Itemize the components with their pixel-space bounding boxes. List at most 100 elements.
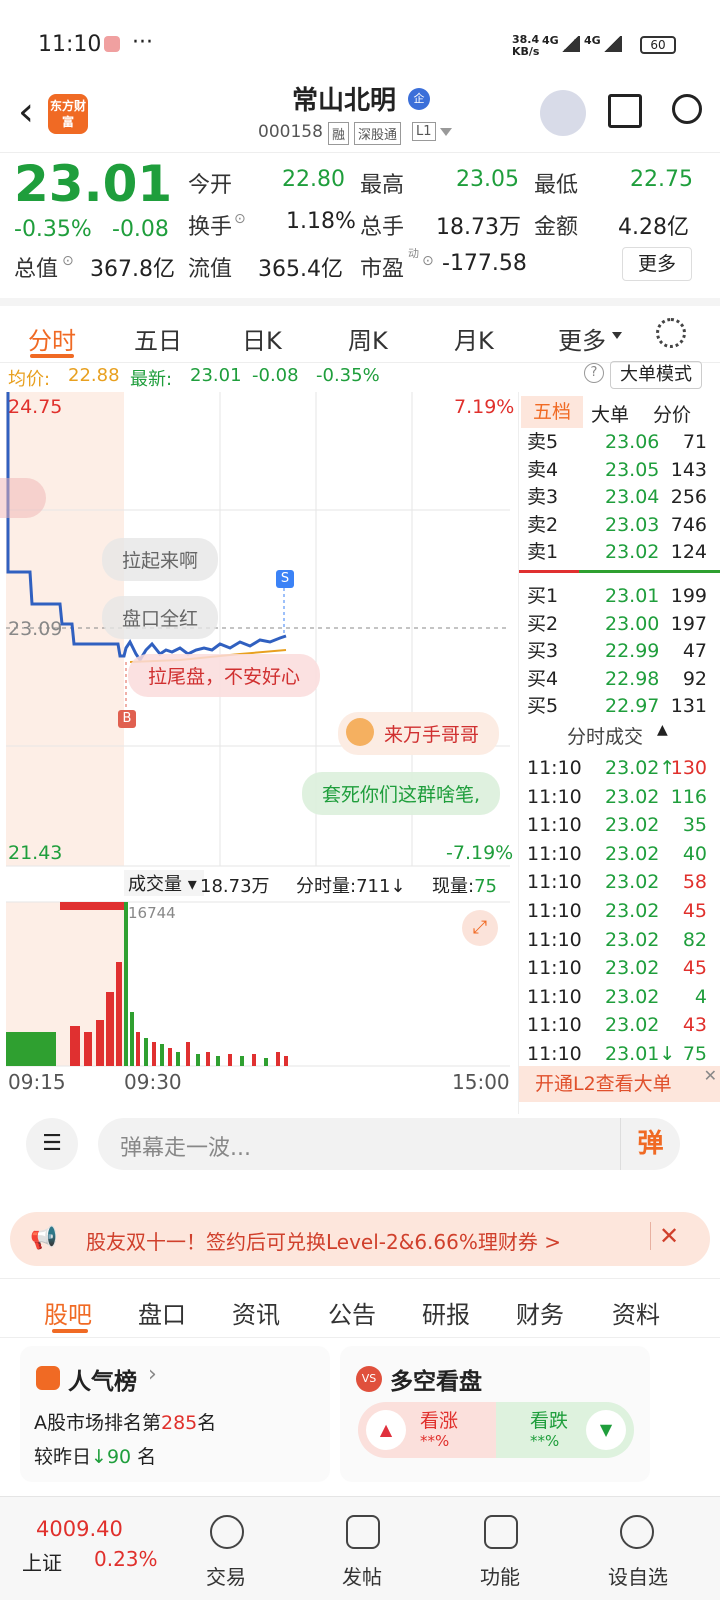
nav-post[interactable]: 发帖 xyxy=(302,1561,422,1590)
popularity-title: 人气榜 xyxy=(68,1369,137,1395)
signal-bars-icon-1 xyxy=(560,36,580,52)
trade-row[interactable]: 11:10 23.02 58 xyxy=(527,868,719,896)
popularity-rank: A股市场排名第285名 xyxy=(34,1412,217,1434)
row-price: 23.05 xyxy=(605,458,660,481)
trade-row[interactable]: 11:10 23.02↑ 130 xyxy=(527,754,719,782)
big-order-mode-button[interactable]: 大单模式 xyxy=(610,361,702,389)
intraday-chart[interactable]: 24.75 7.19% 23.09 21.43 -7.19% S B 拉起来啊 … xyxy=(0,392,518,1114)
trade-row[interactable]: 11:10 23.02 116 xyxy=(527,783,719,811)
avg-label: 均价: xyxy=(8,369,51,390)
row-price: 22.97 xyxy=(605,695,660,717)
mktcap-info-icon[interactable]: ⊙ xyxy=(62,253,74,269)
ask-row[interactable]: 卖5 23.06 71 xyxy=(527,428,719,456)
ask-row[interactable]: 卖1 23.02 124 xyxy=(527,538,719,566)
tab-news[interactable]: 资讯 xyxy=(232,1295,280,1330)
buy-marker[interactable]: B xyxy=(118,710,136,728)
tab-order-book[interactable]: 盘口 xyxy=(138,1295,186,1330)
tab-profile[interactable]: 资料 xyxy=(612,1295,660,1330)
index-value[interactable]: 4009.40 xyxy=(36,1517,123,1541)
promo-close-icon[interactable]: ✕ xyxy=(650,1222,679,1250)
share-icon[interactable] xyxy=(608,94,642,128)
bid-row[interactable]: 买2 23.00 197 xyxy=(527,610,719,638)
help-icon[interactable]: ? xyxy=(584,363,604,383)
y-axis-low-pct: -7.19% xyxy=(446,842,514,864)
trade-yen-icon[interactable] xyxy=(210,1515,244,1549)
tab-five-day[interactable]: 五日 xyxy=(134,321,182,356)
latest-label: 最新: xyxy=(130,369,173,390)
latest-pct: -0.35% xyxy=(316,365,380,386)
app-logo[interactable]: 东方财富 xyxy=(48,94,88,134)
index-name[interactable]: 上证 xyxy=(22,1547,62,1576)
stock-name: 常山北明 xyxy=(292,86,397,116)
row-price: 23.02 xyxy=(605,928,660,951)
ask-bid-ratio-green xyxy=(579,570,720,573)
nav-add-watchlist[interactable]: 设自选 xyxy=(578,1561,698,1590)
nav-function[interactable]: 功能 xyxy=(440,1561,560,1590)
low-value: 22.75 xyxy=(630,167,693,192)
settings-gear-icon[interactable] xyxy=(656,318,686,348)
open-l2-banner[interactable]: 开通L2查看大单 ✕ xyxy=(519,1066,720,1102)
turnover-info-icon[interactable]: ⊙ xyxy=(234,211,246,227)
tab-announcements[interactable]: 公告 xyxy=(328,1295,376,1330)
pe-info-icon[interactable]: ⊙ xyxy=(422,253,434,269)
trade-row[interactable]: 11:10 23.02 35 xyxy=(527,811,719,839)
tab-more[interactable]: 更多 xyxy=(558,321,606,356)
add-watchlist-icon[interactable] xyxy=(620,1515,654,1549)
close-icon[interactable]: ✕ xyxy=(704,1058,717,1094)
bid-row[interactable]: 买1 23.01 199 xyxy=(527,582,719,610)
row-volume: 130 xyxy=(670,757,707,779)
long-short-card[interactable]: VS 多空看盘 ▲ 看涨 **% 看跌 **% ▼ xyxy=(340,1346,650,1482)
trade-row[interactable]: 11:10 23.02 45 xyxy=(527,897,719,925)
promo-banner[interactable]: 📢 股友双十一！签约后可兑换Level-2&6.66%理财券 > ✕ xyxy=(10,1212,710,1266)
row-label: 买5 xyxy=(527,695,559,717)
danmu-input[interactable]: 弹幕走一波... 弹 xyxy=(98,1118,680,1170)
tab-research[interactable]: 研报 xyxy=(422,1295,470,1330)
clock: 11:10 xyxy=(38,32,102,57)
sell-marker[interactable]: S xyxy=(276,570,294,588)
tab-forum[interactable]: 股吧 xyxy=(44,1295,92,1330)
tag-connect: 深股通 xyxy=(354,122,402,145)
tab-daily-k[interactable]: 日K xyxy=(242,321,282,356)
row-price: 23.01↓ xyxy=(605,1043,676,1065)
search-icon[interactable] xyxy=(672,94,702,124)
bid-row[interactable]: 买4 22.98 92 xyxy=(527,665,719,693)
tab-price-dist[interactable]: 分价 xyxy=(653,400,691,427)
function-grid-icon[interactable] xyxy=(484,1515,518,1549)
promo-text[interactable]: 股友双十一！签约后可兑换Level-2&6.66%理财券 > xyxy=(86,1226,561,1255)
vote-down-label: 看跌 xyxy=(530,1410,569,1432)
tab-finance[interactable]: 财务 xyxy=(516,1295,564,1330)
tab-weekly-k[interactable]: 周K xyxy=(348,321,388,356)
danmu-send-button[interactable]: 弹 xyxy=(620,1118,680,1170)
post-edit-icon[interactable] xyxy=(346,1515,380,1549)
trade-row[interactable]: 11:10 23.01↓ 75 xyxy=(527,1040,719,1068)
tag-dropdown-icon[interactable] xyxy=(440,128,452,136)
trade-row[interactable]: 11:10 23.02 40 xyxy=(527,840,719,868)
volume-selector[interactable]: 成交量 ▾ xyxy=(124,870,204,896)
trade-row[interactable]: 11:10 23.02 43 xyxy=(527,1011,719,1039)
vote-up-button[interactable]: ▲ 看涨 **% xyxy=(358,1402,496,1458)
trade-row[interactable]: 11:10 23.02 82 xyxy=(527,926,719,954)
tab-big-order[interactable]: 大单 xyxy=(591,400,629,427)
trade-row[interactable]: 11:10 23.02 4 xyxy=(527,983,719,1011)
popularity-card[interactable]: 人气榜 › A股市场排名第285名 较昨日↓90 名 xyxy=(20,1346,330,1482)
trades-collapse-icon[interactable]: ▲ xyxy=(657,722,668,738)
ask-row[interactable]: 卖4 23.05 143 xyxy=(527,456,719,484)
index-pct[interactable]: 0.23% xyxy=(94,1547,158,1571)
tab-five-level[interactable]: 五档 xyxy=(521,396,583,428)
trade-row[interactable]: 11:10 23.02 45 xyxy=(527,954,719,982)
tab-intraday[interactable]: 分时 xyxy=(28,321,76,356)
more-button[interactable]: 更多 xyxy=(622,247,692,281)
fullscreen-icon[interactable]: ⤢ xyxy=(462,910,498,946)
nav-trade[interactable]: 交易 xyxy=(166,1561,286,1590)
bid-row[interactable]: 买5 22.97 131 xyxy=(527,692,719,720)
bid-row[interactable]: 买3 22.99 47 xyxy=(527,637,719,665)
assistant-robot-icon[interactable] xyxy=(540,90,586,136)
danmu-settings-icon[interactable]: ☰ xyxy=(26,1118,78,1170)
danmu-bubble: 盘口全红 xyxy=(102,596,219,639)
vote-down-button[interactable]: 看跌 **% ▼ xyxy=(496,1402,634,1458)
back-icon[interactable]: ‹ xyxy=(18,92,34,132)
tab-monthly-k[interactable]: 月K xyxy=(454,321,494,356)
ask-row[interactable]: 卖3 23.04 256 xyxy=(527,483,719,511)
ask-row[interactable]: 卖2 23.03 746 xyxy=(527,511,719,539)
trades-title[interactable]: 分时成交 xyxy=(567,722,643,749)
